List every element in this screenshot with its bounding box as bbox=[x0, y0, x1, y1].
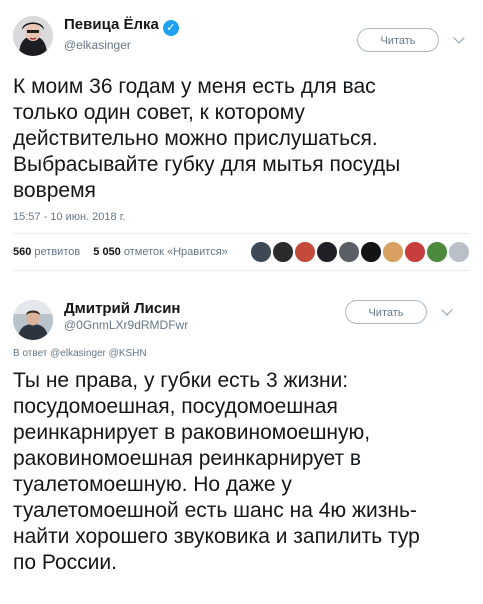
liker-avatar[interactable] bbox=[382, 241, 404, 263]
follow-button[interactable]: Читать bbox=[357, 28, 439, 52]
tweet-stats: 560 ретвитов 5 050 отметок «Нравится» bbox=[13, 246, 228, 258]
liker-avatar[interactable] bbox=[448, 241, 470, 263]
avatar[interactable] bbox=[13, 300, 53, 340]
author-name-text[interactable]: Певица Ёлка bbox=[64, 16, 159, 33]
liker-avatar[interactable] bbox=[272, 241, 294, 263]
chevron-down-icon[interactable] bbox=[453, 32, 465, 44]
divider bbox=[13, 233, 470, 234]
author-handle[interactable]: @0GnmLXr9dRMDFwr bbox=[64, 318, 188, 332]
reply-to-line[interactable]: В ответ @elkasinger @KSHN bbox=[13, 348, 147, 359]
author-name[interactable]: Певица Ёлка ✓ bbox=[64, 16, 179, 36]
likes-label[interactable]: отметок «Нравится» bbox=[124, 246, 228, 258]
liker-avatar[interactable] bbox=[360, 241, 382, 263]
retweets-label[interactable]: ретвитов bbox=[34, 246, 80, 258]
author-name[interactable]: Дмитрий Лисин bbox=[64, 300, 181, 317]
avatar[interactable] bbox=[13, 16, 53, 56]
chevron-down-icon[interactable] bbox=[441, 304, 453, 316]
tweet-timestamp[interactable]: 15:57 - 10 июн. 2018 г. bbox=[13, 211, 125, 223]
follow-button[interactable]: Читать bbox=[345, 300, 427, 324]
tweet-text: Ты не права, у губки есть 3 жизни: посуд… bbox=[13, 369, 420, 574]
liker-avatar[interactable] bbox=[426, 241, 448, 263]
liker-avatar[interactable] bbox=[404, 241, 426, 263]
liker-avatar[interactable] bbox=[250, 241, 272, 263]
author-handle[interactable]: @elkasinger bbox=[64, 38, 131, 52]
tweet-text: К моим 36 годам у меня есть для вас толь… bbox=[13, 75, 401, 202]
likes-count[interactable]: 5 050 bbox=[93, 246, 121, 258]
liker-avatar[interactable] bbox=[294, 241, 316, 263]
verified-badge-icon: ✓ bbox=[162, 20, 179, 36]
liker-avatar[interactable] bbox=[338, 241, 360, 263]
divider bbox=[13, 270, 470, 271]
retweets-count[interactable]: 560 bbox=[13, 246, 31, 258]
liker-avatar[interactable] bbox=[316, 241, 338, 263]
